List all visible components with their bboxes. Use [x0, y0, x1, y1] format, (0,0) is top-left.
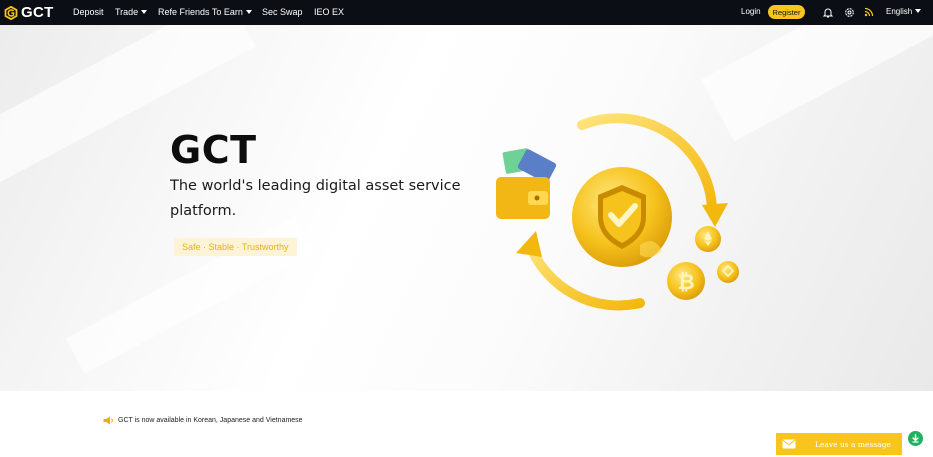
announcement-bar[interactable]: GCT is now available in Korean, Japanese… [103, 416, 303, 425]
nav-ieo-ex[interactable]: IEO EX [314, 7, 344, 17]
wallet-icon [496, 148, 557, 219]
nav-sec-swap[interactable]: Sec Swap [262, 7, 303, 17]
chevron-down-icon [915, 9, 922, 13]
chevron-down-icon [141, 10, 148, 14]
announcement-text: GCT is now available in Korean, Japanese… [118, 417, 303, 424]
envelope-icon [782, 439, 796, 449]
chevron-down-icon [245, 10, 252, 14]
leave-message-button[interactable]: Leave us a message [776, 433, 902, 455]
login-link[interactable]: Login [741, 7, 761, 16]
binance-coin-icon [717, 261, 739, 283]
language-selector[interactable]: English [886, 7, 922, 16]
svg-text:₿: ₿ [677, 270, 694, 294]
register-button[interactable]: Register [768, 5, 805, 19]
hero-title: GCT [170, 128, 257, 172]
ethereum-coin-icon [695, 226, 721, 252]
nav-deposit[interactable]: Deposit [73, 7, 104, 17]
logo-icon [4, 5, 18, 20]
nav-trade[interactable]: Trade [115, 7, 148, 17]
bell-icon[interactable] [821, 5, 835, 19]
top-nav: GCT Deposit Trade Refe Friends To Earn S… [0, 0, 933, 25]
megaphone-icon [103, 416, 113, 425]
nav-refer-friends[interactable]: Refe Friends To Earn [158, 7, 252, 17]
hero-subtitle: The world's leading digital asset servic… [170, 178, 461, 219]
download-icon [912, 434, 919, 443]
hero-illustration: ₿ [496, 113, 739, 311]
settings-icon[interactable] [842, 5, 856, 19]
shield-globe-icon [572, 167, 672, 267]
rss-icon[interactable] [862, 5, 876, 19]
nav-trade-label: Trade [115, 7, 139, 17]
language-label: English [886, 7, 913, 16]
bitcoin-coin-icon: ₿ [667, 262, 705, 300]
logo-text: GCT [21, 4, 54, 21]
hero-banner: GCT The world's leading digital asset se… [0, 25, 933, 391]
hero-tagline: Safe · Stable · Trustworthy [174, 238, 297, 256]
download-button[interactable] [908, 431, 923, 446]
leave-message-label: Leave us a message [815, 439, 891, 449]
nav-refer-label: Refe Friends To Earn [158, 7, 243, 17]
logo[interactable]: GCT [4, 4, 54, 21]
